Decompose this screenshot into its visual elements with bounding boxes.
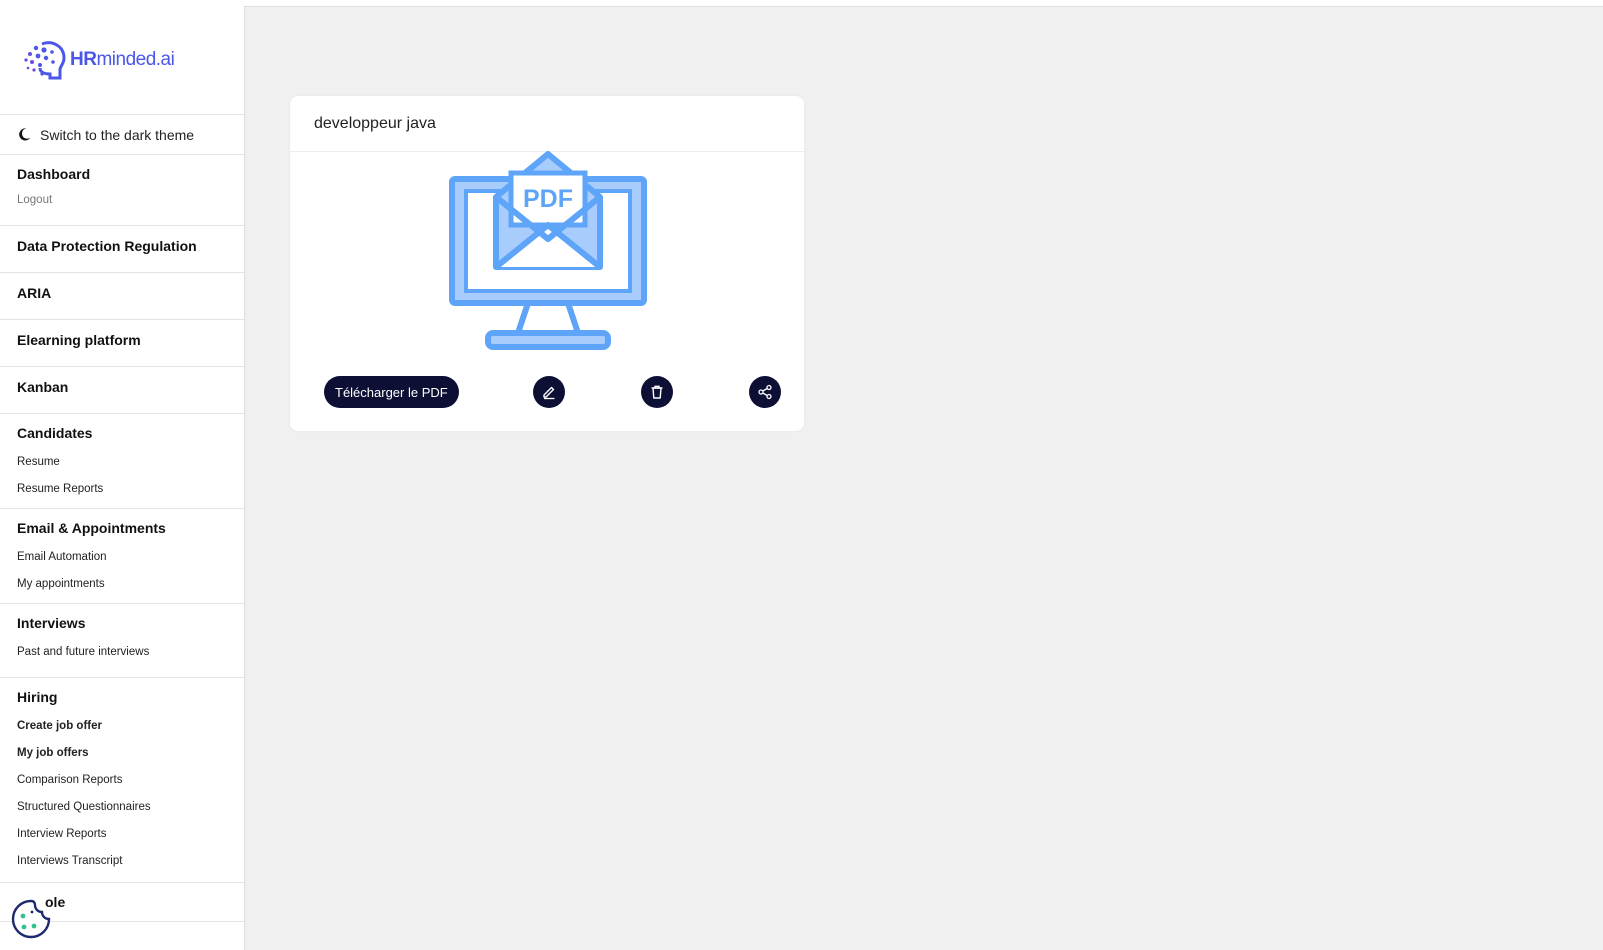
nav-section-interviews: Interviews Past and future interviews bbox=[0, 604, 244, 678]
nav-resume[interactable]: Resume bbox=[17, 455, 227, 469]
nav-section-email: Email & Appointments Email Automation My… bbox=[0, 509, 244, 604]
nav-aria[interactable]: ARIA bbox=[17, 284, 227, 302]
dark-theme-toggle[interactable]: Switch to the dark theme bbox=[0, 115, 244, 155]
card-title: developpeur java bbox=[290, 96, 804, 152]
nav-create-job-offer[interactable]: Create job offer bbox=[17, 719, 227, 733]
nav-dashboard[interactable]: Dashboard bbox=[17, 165, 227, 183]
nav-structured-questionnaires[interactable]: Structured Questionnaires bbox=[17, 800, 227, 814]
logo-area: HRminded.ai bbox=[0, 6, 244, 115]
nav-interviews[interactable]: Interviews bbox=[17, 614, 227, 632]
pdf-label: PDF bbox=[523, 185, 573, 213]
nav-elearning[interactable]: Elearning platform bbox=[17, 331, 227, 349]
pdf-email-illustration: PDF bbox=[449, 151, 647, 350]
nav-section-data-protection: Data Protection Regulation bbox=[0, 226, 244, 273]
moon-icon bbox=[19, 128, 31, 141]
share-icon bbox=[758, 384, 772, 400]
nav-my-job-offers[interactable]: My job offers bbox=[17, 746, 227, 760]
nav-interviews-transcript[interactable]: Interviews Transcript bbox=[17, 854, 227, 868]
edit-icon bbox=[543, 386, 555, 400]
trash-icon bbox=[651, 385, 663, 399]
job-offer-card: developpeur java PDF Télécharger le PDF bbox=[290, 96, 804, 431]
nav-section-kanban: Kanban bbox=[0, 367, 244, 414]
nav-section-dashboard: Dashboard Logout bbox=[0, 155, 244, 226]
nav-section-hiring: Hiring Create job offer My job offers Co… bbox=[0, 678, 244, 883]
nav-email-automation[interactable]: Email Automation bbox=[17, 550, 227, 564]
edit-button[interactable] bbox=[533, 376, 565, 408]
nav-past-future-interviews[interactable]: Past and future interviews bbox=[17, 645, 227, 659]
nav-hiring[interactable]: Hiring bbox=[17, 688, 227, 706]
nav-interview-reports[interactable]: Interview Reports bbox=[17, 827, 227, 841]
nav-email-appointments[interactable]: Email & Appointments bbox=[17, 519, 227, 537]
download-pdf-button[interactable]: Télécharger le PDF bbox=[324, 376, 459, 408]
nav-my-appointments[interactable]: My appointments bbox=[17, 577, 227, 591]
dark-theme-label: Switch to the dark theme bbox=[40, 126, 195, 143]
nav-resume-reports[interactable]: Resume Reports bbox=[17, 482, 227, 496]
brain-logo-icon bbox=[24, 41, 66, 80]
logo[interactable]: HRminded.ai bbox=[22, 38, 175, 82]
nav-logout[interactable]: Logout bbox=[17, 193, 227, 207]
share-button[interactable] bbox=[749, 376, 781, 408]
nav-kanban[interactable]: Kanban bbox=[17, 378, 227, 396]
nav-section-aria: ARIA bbox=[0, 273, 244, 320]
logo-text: HRminded.ai bbox=[70, 49, 175, 70]
nav-section-elearning: Elearning platform bbox=[0, 320, 244, 367]
nav-section-candidates: Candidates Resume Resume Reports bbox=[0, 414, 244, 509]
nav-data-protection[interactable]: Data Protection Regulation bbox=[17, 237, 227, 255]
sidebar: HRminded.ai Switch to the dark theme Das… bbox=[0, 6, 245, 950]
cookie-settings-icon[interactable] bbox=[10, 898, 52, 940]
nav-partial-item[interactable]: ole bbox=[45, 893, 227, 911]
nav-comparison-reports[interactable]: Comparison Reports bbox=[17, 773, 227, 787]
nav-candidates[interactable]: Candidates bbox=[17, 424, 227, 442]
delete-button[interactable] bbox=[641, 376, 673, 408]
